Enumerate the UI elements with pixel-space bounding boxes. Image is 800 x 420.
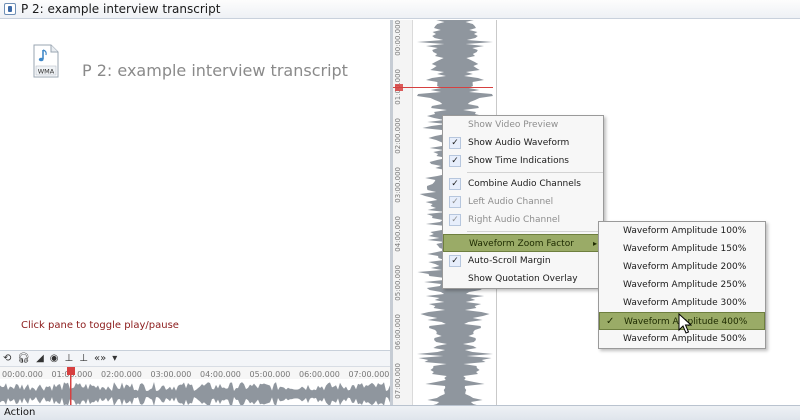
status-bar: Action bbox=[0, 405, 800, 420]
checkmark-icon: ✓ bbox=[449, 137, 461, 149]
ruler-tick-label: 03:00.000 bbox=[394, 167, 402, 203]
ruler-tick-label: 05:00.000 bbox=[394, 265, 402, 301]
ruler-tick-label: 02:00.000 bbox=[394, 118, 402, 154]
menu-item-label: Left Audio Channel bbox=[468, 197, 554, 207]
headphones-icon[interactable]: 🎧︎ bbox=[17, 352, 30, 366]
zoom-option-label: Waveform Amplitude 150% bbox=[623, 244, 747, 254]
playhead-line[interactable] bbox=[393, 87, 493, 88]
menu-item-label: Show Video Preview bbox=[468, 120, 559, 130]
menu-item-right-audio-channel[interactable]: ✓ Right Audio Channel bbox=[443, 211, 603, 229]
title-bar: P 2: example interview transcript bbox=[0, 0, 800, 19]
document-title: P 2: example interview transcript bbox=[82, 61, 348, 80]
zoom-option-label: Waveform Amplitude 250% bbox=[623, 280, 747, 290]
chevron-down-icon[interactable]: ▾ bbox=[112, 352, 117, 366]
menu-item-label: Waveform Zoom Factor bbox=[469, 239, 574, 249]
checkmark-icon: ✓ bbox=[449, 178, 461, 190]
ruler-tick-label: 04:00.000 bbox=[394, 216, 402, 252]
playhead-handle[interactable] bbox=[395, 84, 403, 91]
ruler-tick-label: 00:00.000 bbox=[394, 20, 402, 56]
zoom-option-200[interactable]: Waveform Amplitude 200% bbox=[599, 258, 765, 276]
ruler-tick-label: 06:00.000 bbox=[394, 314, 402, 350]
file-type-label: WMA bbox=[38, 68, 55, 76]
timeline-tick-label: 00:00.000 bbox=[2, 370, 43, 379]
timeline-tick-label: 05:00.000 bbox=[250, 370, 291, 379]
waveform-context-menu: Show Video Preview ✓ Show Audio Waveform ✓ S… bbox=[442, 115, 604, 289]
app-window: P 2: example interview transcript WMA P … bbox=[0, 0, 800, 420]
status-text: Action bbox=[4, 407, 36, 418]
zoom-option-250[interactable]: Waveform Amplitude 250% bbox=[599, 276, 765, 294]
set-end-icon[interactable]: ⊥ bbox=[79, 352, 88, 366]
ruler-tick-label: 07:00.000 bbox=[394, 363, 402, 399]
menu-separator bbox=[467, 172, 603, 173]
checkmark-icon: ✓ bbox=[449, 255, 461, 267]
timeline-tick-label: 02:00.000 bbox=[101, 370, 142, 379]
zoom-option-100[interactable]: Waveform Amplitude 100% bbox=[599, 222, 765, 240]
timeline-tick-label: 06:00.000 bbox=[299, 370, 340, 379]
checkmark-icon: ✓ bbox=[449, 155, 461, 167]
zoom-option-label: Waveform Amplitude 100% bbox=[623, 226, 747, 236]
zoom-option-300[interactable]: Waveform Amplitude 300% bbox=[599, 294, 765, 312]
mouse-cursor-icon bbox=[678, 313, 692, 334]
checkmark-icon: ✓ bbox=[449, 214, 461, 226]
timeline-tick-label: 03:00.000 bbox=[151, 370, 192, 379]
timeline-waveform[interactable]: 00:00.00001:00.00002:00.00003:00.00004:0… bbox=[0, 367, 390, 407]
menu-item-label: Auto-Scroll Margin bbox=[468, 256, 551, 266]
submenu-arrow-icon: ▸ bbox=[592, 239, 597, 248]
menu-separator bbox=[467, 231, 603, 232]
toggle-play-hint: Click pane to toggle play/pause bbox=[21, 320, 179, 331]
zoom-option-label: Waveform Amplitude 200% bbox=[623, 262, 747, 272]
timeline-tick-label: 07:00.000 bbox=[349, 370, 390, 379]
zoom-option-150[interactable]: Waveform Amplitude 150% bbox=[599, 240, 765, 258]
selected-check-icon: ✓ bbox=[606, 316, 615, 327]
loop-icon[interactable]: ⟲ bbox=[3, 352, 11, 366]
set-start-icon[interactable]: ⊥ bbox=[65, 352, 74, 366]
timeline-tick-label: 04:00.000 bbox=[200, 370, 241, 379]
menu-item-combine-audio-channels[interactable]: ✓ Combine Audio Channels bbox=[443, 175, 603, 193]
timeline-track[interactable]: 00:00.00001:00.00002:00.00003:00.00004:0… bbox=[0, 367, 390, 407]
menu-item-label: Show Audio Waveform bbox=[468, 138, 570, 148]
checkmark-icon: ✓ bbox=[449, 196, 461, 208]
window-title: P 2: example interview transcript bbox=[21, 2, 221, 16]
zoom-option-label: Waveform Amplitude 500% bbox=[623, 334, 747, 344]
menu-item-auto-scroll-margin[interactable]: ✓ Auto-Scroll Margin bbox=[443, 252, 603, 270]
menu-item-show-time-indications[interactable]: ✓ Show Time Indications bbox=[443, 152, 603, 170]
menu-item-left-audio-channel[interactable]: ✓ Left Audio Channel bbox=[443, 193, 603, 211]
menu-item-show-quotation-overlay[interactable]: Show Quotation Overlay bbox=[443, 270, 603, 288]
zoom-option-label: Waveform Amplitude 300% bbox=[623, 298, 747, 308]
document-pane[interactable]: WMA P 2: example interview transcript Cl… bbox=[0, 20, 390, 350]
quote-button[interactable]: «» bbox=[94, 352, 106, 366]
settings-icon[interactable]: ◉ bbox=[50, 352, 59, 366]
menu-item-label: Combine Audio Channels bbox=[468, 179, 581, 189]
menu-item-label: Show Quotation Overlay bbox=[468, 274, 578, 284]
media-toolbar: ⟲ 🎧︎ ◢ ◉ ⊥ ⊥ «» ▾ bbox=[0, 350, 390, 367]
wma-file-icon: WMA bbox=[33, 44, 59, 78]
menu-item-waveform-zoom-factor[interactable]: Waveform Zoom Factor ▸ bbox=[443, 234, 603, 252]
menu-item-label: Right Audio Channel bbox=[468, 215, 560, 225]
menu-item-show-audio-waveform[interactable]: ✓ Show Audio Waveform bbox=[443, 134, 603, 152]
timeline-playhead-handle[interactable] bbox=[67, 367, 75, 375]
time-ruler: 00:00.00001:00.00002:00.00003:00.00004:0… bbox=[393, 20, 413, 406]
app-icon bbox=[4, 3, 16, 15]
volume-icon[interactable]: ◢ bbox=[36, 352, 44, 366]
menu-item-label: Show Time Indications bbox=[468, 156, 569, 166]
menu-item-show-video-preview[interactable]: Show Video Preview bbox=[443, 116, 603, 134]
timeline-waveform-shape bbox=[0, 382, 390, 406]
